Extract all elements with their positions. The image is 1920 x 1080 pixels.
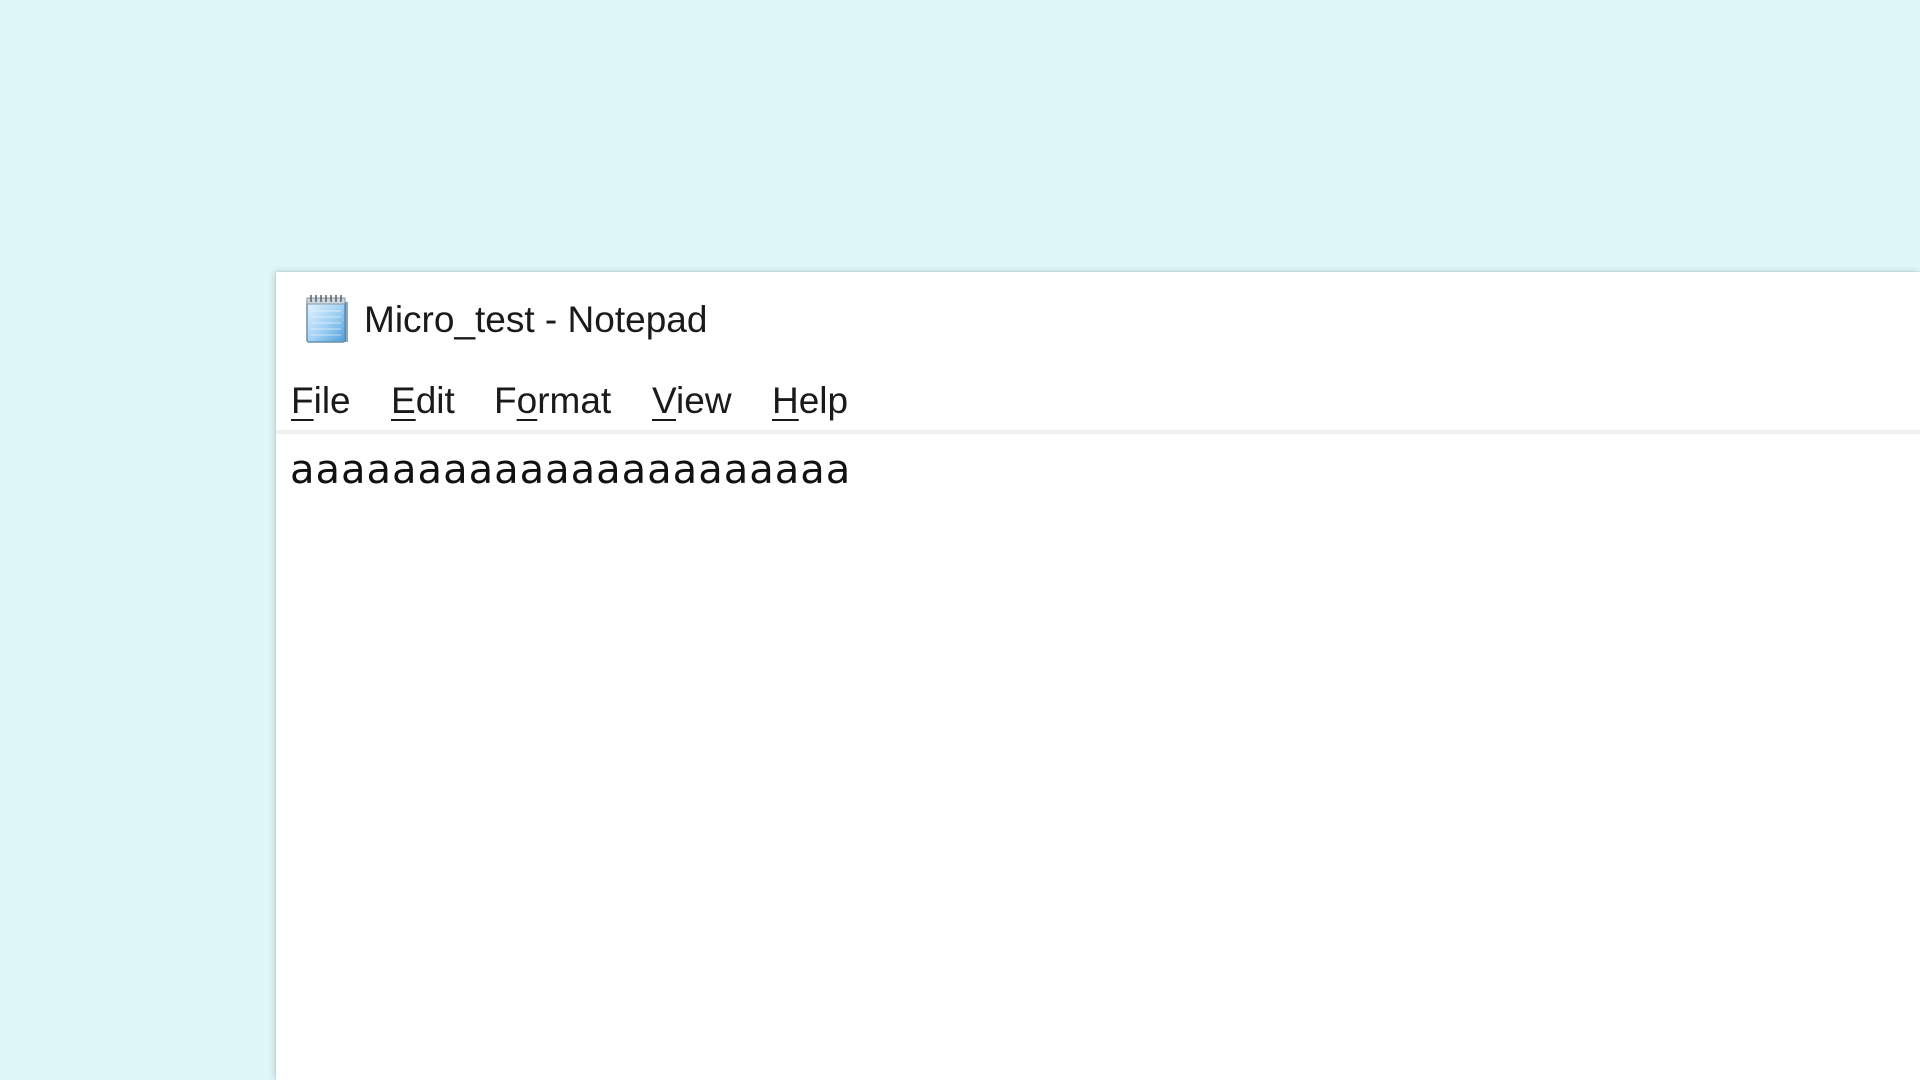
menu-view[interactable]: View: [652, 374, 732, 428]
window-title: Micro_test - Notepad: [364, 299, 708, 340]
menu-format-label: rmat: [537, 380, 612, 421]
menu-help-mnemonic: H: [772, 380, 799, 421]
menu-help[interactable]: Help: [772, 374, 848, 428]
notepad-icon[interactable]: [301, 293, 353, 345]
menu-format[interactable]: Format: [494, 374, 611, 428]
menu-edit[interactable]: Edit: [391, 374, 455, 428]
menu-view-label: iew: [676, 380, 732, 421]
menu-view-mnemonic: V: [652, 380, 677, 421]
editor-content: aaaaaaaaaaaaaaaaaaaaaa: [290, 447, 852, 493]
title-bar[interactable]: Micro_test - Notepad: [276, 272, 1920, 372]
menu-help-label: elp: [798, 380, 849, 421]
menu-format-prefix: F: [494, 380, 517, 421]
menu-file-label: ile: [313, 380, 351, 421]
text-editor-area[interactable]: aaaaaaaaaaaaaaaaaaaaaa: [276, 434, 1920, 1080]
menu-file[interactable]: File: [291, 374, 351, 428]
menu-bar: File Edit Format View Help: [276, 372, 1920, 434]
notepad-window[interactable]: Micro_test - Notepad File Edit Format Vi…: [276, 272, 1920, 1080]
menu-edit-mnemonic: E: [391, 380, 416, 421]
menu-edit-label: dit: [415, 380, 455, 421]
menu-format-mnemonic: o: [516, 380, 538, 421]
menu-file-mnemonic: F: [291, 380, 314, 421]
